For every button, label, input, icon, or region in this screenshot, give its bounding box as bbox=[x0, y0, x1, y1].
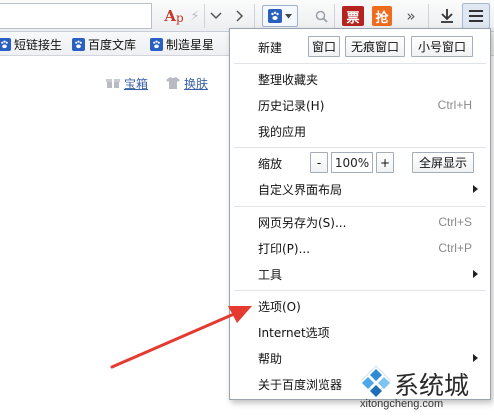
windows-logo-icon bbox=[361, 365, 391, 397]
annotation-arrow bbox=[110, 306, 252, 369]
site-watermark: 系统城 xitongcheng.com bbox=[356, 362, 490, 416]
watermark-url: xitongcheng.com bbox=[360, 398, 444, 410]
watermark-text: 系统城 bbox=[394, 371, 470, 400]
